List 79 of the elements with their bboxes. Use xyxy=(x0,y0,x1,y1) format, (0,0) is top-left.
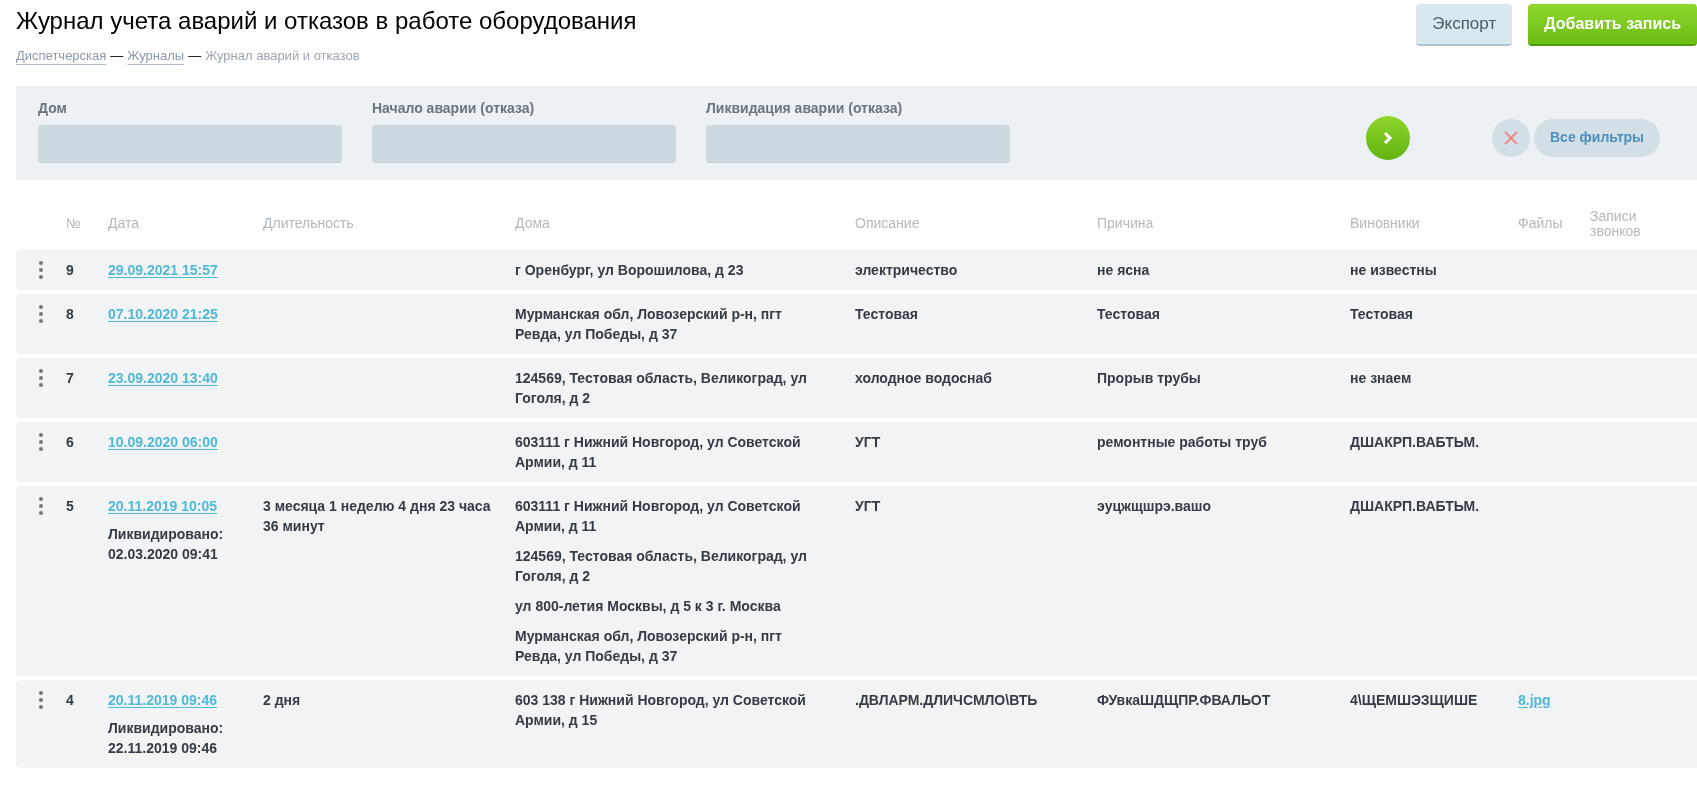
date-link[interactable]: 07.10.2020 21:25 xyxy=(108,303,218,324)
cause-text: эуцжщшрэ.вашо xyxy=(1097,497,1211,514)
cause-text: Тестовая xyxy=(1097,305,1160,322)
culprits-text: ДШАКРП.ВАБТЬМ. xyxy=(1350,497,1480,514)
column-header: Дата xyxy=(108,216,140,231)
house-address: 603111 г Нижний Новгород, ул Советской Армии, д 11 xyxy=(515,496,802,536)
house-address: г Оренбург, ул Ворошилова, д 23 xyxy=(515,260,745,280)
date-link[interactable]: 20.11.2019 10:05 xyxy=(108,495,217,516)
filter-input[interactable] xyxy=(38,125,342,163)
breadcrumb-separator: — xyxy=(188,47,202,65)
more-vertical-icon[interactable] xyxy=(39,304,43,323)
house-address: 603 138 г Нижний Новгород, ул Советской Армии, д 15 xyxy=(515,690,807,730)
record-number: 9 xyxy=(66,261,74,278)
more-vertical-icon[interactable] xyxy=(39,432,43,451)
column-header: Дома xyxy=(515,216,551,231)
culprits-text: не знаем xyxy=(1350,369,1412,386)
duration-text: 3 месяца 1 неделю 4 дня 23 часа 36 минут xyxy=(263,497,491,534)
record-number: 8 xyxy=(66,305,74,322)
filter-input[interactable] xyxy=(372,125,676,163)
cause-text: ФУвкаШДЩПР.ФВАЛЬОТ xyxy=(1097,691,1271,708)
more-vertical-icon[interactable] xyxy=(39,260,43,279)
house-address: Мурманская обл, Ловозерский р-н, пгт Ревда, ул Победы, д 37 xyxy=(515,304,783,344)
cause-text: Прорыв трубы xyxy=(1097,369,1201,386)
house-address: 124569, Тестовая область, Великоград, ул Гоголя, д 2 xyxy=(515,368,808,408)
file-link[interactable]: 8.jpg xyxy=(1518,689,1590,710)
description-text: холодное водоснаб xyxy=(855,369,992,386)
date-link[interactable]: 29.09.2021 15:57 xyxy=(108,259,218,280)
house-address: 603111 г Нижний Новгород, ул Советской Армии, д 11 xyxy=(515,432,802,472)
house-address: 124569, Тестовая область, Великоград, ул Гоголя, д 2 xyxy=(515,546,808,586)
liquidated-date: 02.03.2020 09:41 xyxy=(108,544,219,564)
filter-input[interactable] xyxy=(706,125,1010,163)
breadcrumb-link[interactable]: Журналы xyxy=(127,46,185,66)
date-link[interactable]: 20.11.2019 09:46 xyxy=(108,689,217,710)
description-text: УГТ xyxy=(855,497,881,514)
description-text: электричество xyxy=(855,261,958,278)
close-icon xyxy=(1503,129,1519,146)
column-header: Записи звонков xyxy=(1590,208,1642,239)
date-link[interactable]: 23.09.2020 13:40 xyxy=(108,367,218,388)
filter-label: Дом xyxy=(38,99,68,118)
filter-label: Ликвидация аварии (отказа) xyxy=(706,99,904,118)
description-text: УГТ xyxy=(855,433,881,450)
record-number: 7 xyxy=(66,369,74,386)
record-number: 6 xyxy=(66,433,74,450)
more-vertical-icon[interactable] xyxy=(39,368,43,387)
cause-text: ремонтные работы труб xyxy=(1097,433,1267,450)
description-text: Тестовая xyxy=(855,305,918,322)
record-number: 5 xyxy=(66,497,74,514)
apply-filter-button[interactable] xyxy=(1366,115,1410,160)
date-link[interactable]: 10.09.2020 06:00 xyxy=(108,431,218,452)
add-record-button[interactable]: Добавить запись xyxy=(1528,4,1697,46)
culprits-text: не известны xyxy=(1350,261,1437,278)
breadcrumb-link[interactable]: Диспетчерская xyxy=(16,46,107,66)
breadcrumb-current: Журнал аварий и отказов xyxy=(205,47,360,65)
more-vertical-icon[interactable] xyxy=(39,690,43,709)
more-vertical-icon[interactable] xyxy=(39,496,43,515)
culprits-text: 4\ЩЕМШЭЗЩИШЕ xyxy=(1350,691,1478,708)
column-header: № xyxy=(66,216,83,231)
liquidated-date: 22.11.2019 09:46 xyxy=(108,738,218,758)
chevron-right-icon xyxy=(1382,130,1394,145)
column-header: Файлы xyxy=(1518,216,1564,231)
column-header: Причина xyxy=(1097,216,1155,231)
column-header: Виновники xyxy=(1350,216,1421,231)
column-header: Длительность xyxy=(263,216,355,231)
liquidated-label: Ликвидировано: xyxy=(108,524,224,544)
breadcrumb-separator: — xyxy=(110,47,124,65)
export-button[interactable]: Экспорт xyxy=(1416,4,1513,46)
description-text: .ДВЛАРМ.ДЛИЧСМЛО\ВТЬ xyxy=(855,691,1038,708)
liquidated-label: Ликвидировано: xyxy=(108,718,224,738)
page-title: Журнал учета аварий и отказов в работе оборудования xyxy=(16,6,637,36)
all-filters-button[interactable]: Все фильтры xyxy=(1534,118,1661,157)
duration-text: 2 дня xyxy=(263,691,301,708)
filter-label: Начало аварии (отказа) xyxy=(372,99,536,118)
cause-text: не ясна xyxy=(1097,261,1150,278)
record-number: 4 xyxy=(66,691,74,708)
culprits-text: Тестовая xyxy=(1350,305,1413,322)
house-address: ул 800-летия Москвы, д 5 к 3 г. Москва xyxy=(515,596,782,616)
house-address: Мурманская обл, Ловозерский р-н, пгт Ревда, ул Победы, д 37 xyxy=(515,626,783,666)
culprits-text: ДШАКРП.ВАБТЬМ. xyxy=(1350,433,1480,450)
column-header: Описание xyxy=(855,216,921,231)
